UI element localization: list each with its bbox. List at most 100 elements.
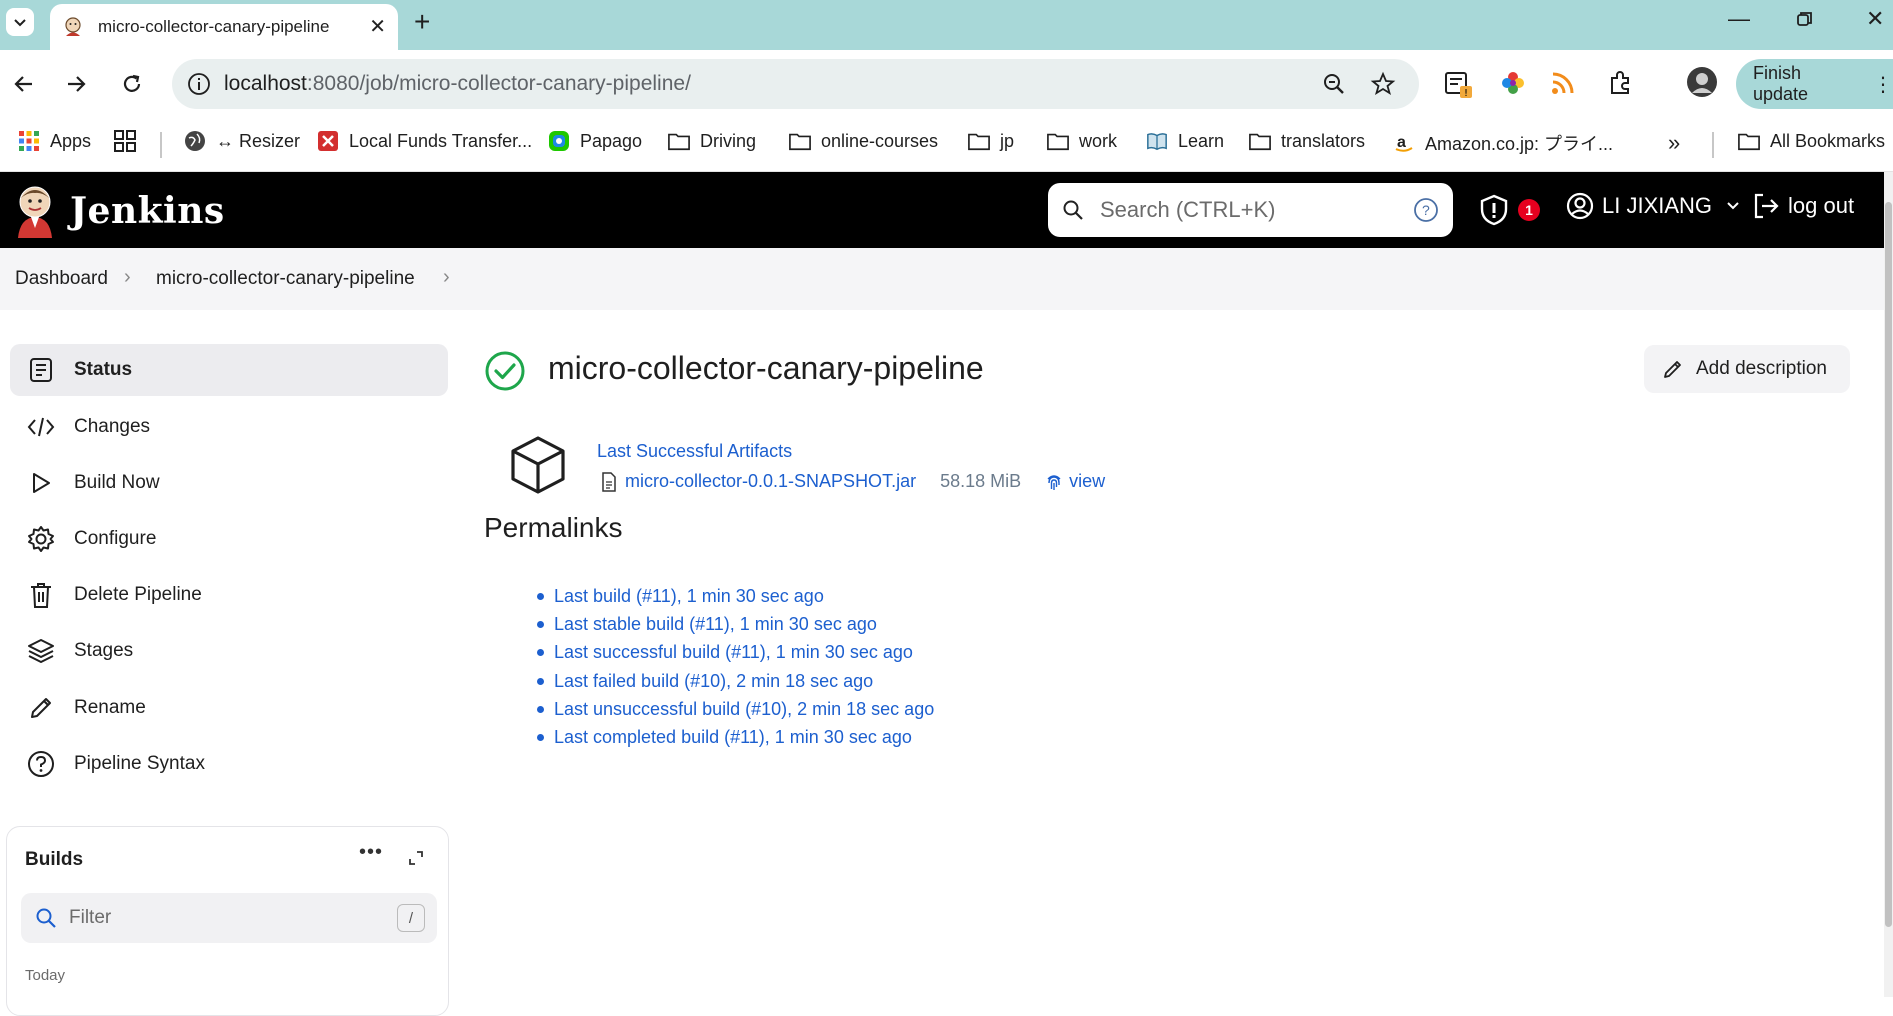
finish-update-label: Finish update bbox=[1753, 63, 1809, 104]
security-badge[interactable]: 1 bbox=[1518, 199, 1540, 221]
color-extension-icon[interactable] bbox=[1500, 70, 1526, 96]
sidebar-item-label: Pipeline Syntax bbox=[74, 753, 205, 774]
bookmark-amazon[interactable]: a Amazon.co.jp: プライ... bbox=[1393, 130, 1613, 156]
logout-link[interactable]: log out bbox=[1752, 192, 1854, 220]
artifact-file-link[interactable]: micro-collector-0.0.1-SNAPSHOT.jar bbox=[625, 471, 916, 492]
permalink-item[interactable]: Last stable build (#11), 1 min 30 sec ag… bbox=[537, 610, 934, 638]
forward-button[interactable] bbox=[60, 68, 92, 100]
address-bar[interactable]: localhost:8080/job/micro-collector-canar… bbox=[172, 59, 1419, 109]
add-description-button[interactable]: Add description bbox=[1644, 345, 1850, 393]
permalink-item[interactable]: Last failed build (#10), 2 min 18 sec ag… bbox=[537, 667, 934, 695]
reload-icon bbox=[123, 74, 141, 92]
finish-update-button[interactable]: Finish update ⋮ bbox=[1736, 59, 1893, 109]
folder-icon bbox=[1249, 130, 1271, 152]
back-button[interactable] bbox=[8, 68, 40, 100]
sidebar-item-rename[interactable]: Rename bbox=[10, 682, 448, 734]
extensions-puzzle-icon[interactable] bbox=[1608, 70, 1634, 96]
bookmark-work[interactable]: work bbox=[1047, 130, 1117, 152]
permalink-item[interactable]: Last completed build (#11), 1 min 30 sec… bbox=[537, 723, 934, 751]
sidebar-item-label: Build Now bbox=[74, 472, 160, 493]
bookmark-driving[interactable]: Driving bbox=[668, 130, 756, 152]
bookmark-papago[interactable]: Papago bbox=[548, 130, 642, 152]
builds-filter[interactable]: / bbox=[21, 893, 437, 943]
builds-panel: Builds ••• / Today bbox=[6, 826, 449, 1016]
trash-icon bbox=[26, 580, 56, 610]
profile-avatar-icon[interactable] bbox=[1686, 66, 1718, 98]
jenkins-search[interactable]: ? bbox=[1048, 183, 1453, 237]
chevron-right-icon: › bbox=[124, 266, 131, 288]
reading-list-icon[interactable]: ! bbox=[1444, 70, 1474, 100]
bookmark-translators[interactable]: translators bbox=[1249, 130, 1365, 152]
bookmark-learn[interactable]: Learn bbox=[1146, 130, 1224, 152]
zoom-icon[interactable] bbox=[1322, 72, 1346, 96]
rss-icon[interactable] bbox=[1550, 70, 1576, 96]
more-options-icon[interactable]: ••• bbox=[359, 841, 383, 864]
bookmark-label: jp bbox=[1000, 130, 1015, 151]
more-vertical-icon[interactable]: ⋮ bbox=[1873, 72, 1893, 97]
bookmark-jp[interactable]: jp bbox=[968, 130, 1014, 152]
bookmark-local-funds[interactable]: Local Funds Transfer... bbox=[317, 130, 532, 152]
chevron-down-icon bbox=[1727, 202, 1739, 210]
breadcrumb-job[interactable]: micro-collector-canary-pipeline bbox=[156, 268, 415, 290]
bookmark-apps[interactable]: Apps bbox=[18, 130, 91, 152]
permalink-item[interactable]: Last unsuccessful build (#10), 2 min 18 … bbox=[537, 695, 934, 723]
page-scrollbar[interactable] bbox=[1884, 172, 1893, 997]
help-icon[interactable]: ? bbox=[1413, 197, 1439, 223]
all-bookmarks-button[interactable]: All Bookmarks bbox=[1738, 130, 1885, 152]
tab-search-button[interactable] bbox=[6, 8, 34, 36]
reload-button[interactable] bbox=[116, 68, 148, 100]
minimize-icon[interactable]: — bbox=[1728, 6, 1750, 32]
bookmark-online-courses[interactable]: online-courses bbox=[789, 130, 938, 152]
sidebar-item-label: Configure bbox=[74, 528, 157, 549]
amazon-icon: a bbox=[1393, 132, 1415, 154]
security-shield-icon[interactable] bbox=[1480, 194, 1508, 226]
bookmark-resizer[interactable]: ↔ Resizer bbox=[184, 130, 300, 152]
sidebar-item-delete-pipeline[interactable]: Delete Pipeline bbox=[10, 569, 448, 621]
sidebar-item-stages[interactable]: Stages bbox=[10, 625, 448, 677]
bookmark-star-icon[interactable] bbox=[1370, 71, 1396, 97]
sidebar-item-pipeline-syntax[interactable]: Pipeline Syntax bbox=[10, 738, 448, 790]
apps-grid-icon bbox=[18, 130, 40, 152]
filter-shortcut-key: / bbox=[397, 904, 425, 932]
permalink-item[interactable]: Last successful build (#11), 1 min 30 se… bbox=[537, 639, 934, 667]
gear-icon bbox=[26, 524, 56, 554]
permalink-item[interactable]: Last build (#11), 1 min 30 sec ago bbox=[537, 582, 934, 610]
filter-input[interactable] bbox=[69, 907, 369, 929]
svg-text:a: a bbox=[1397, 134, 1406, 151]
restore-icon[interactable] bbox=[1796, 8, 1814, 34]
page-title: micro-collector-canary-pipeline bbox=[548, 350, 984, 386]
last-successful-artifacts-link[interactable]: Last Successful Artifacts bbox=[597, 441, 792, 462]
folder-icon bbox=[668, 130, 690, 152]
site-info-icon[interactable] bbox=[186, 71, 212, 97]
sidebar-item-status[interactable]: Status bbox=[10, 344, 448, 396]
search-input[interactable] bbox=[1100, 197, 1400, 223]
tab-close-icon[interactable]: ✕ bbox=[369, 14, 386, 39]
svg-text:!: ! bbox=[1464, 88, 1468, 99]
window-close-icon[interactable]: ✕ bbox=[1866, 6, 1884, 32]
sidebar-item-label: Status bbox=[74, 359, 133, 380]
sidebar-item-label: Delete Pipeline bbox=[74, 584, 202, 605]
artifact-row: micro-collector-0.0.1-SNAPSHOT.jar 58.18… bbox=[601, 471, 1105, 492]
jenkins-brand: Jenkins bbox=[70, 190, 225, 232]
breadcrumb-dashboard[interactable]: Dashboard bbox=[15, 268, 108, 290]
sidebar-item-changes[interactable]: Changes bbox=[10, 401, 448, 453]
browser-tab[interactable]: micro-collector-canary-pipeline ✕ bbox=[50, 4, 398, 50]
help-icon bbox=[26, 749, 56, 779]
bookmark-tab-groups[interactable] bbox=[114, 130, 146, 152]
sidebar-item-build-now[interactable]: Build Now bbox=[10, 457, 448, 509]
new-tab-button[interactable]: + bbox=[414, 6, 430, 38]
scrollbar-thumb[interactable] bbox=[1885, 202, 1892, 927]
red-x-icon bbox=[317, 130, 339, 152]
book-icon bbox=[1146, 130, 1168, 152]
user-menu[interactable]: LI JIXIANG bbox=[1566, 192, 1740, 220]
jenkins-logo[interactable]: Jenkins bbox=[14, 184, 225, 238]
logout-icon bbox=[1754, 193, 1779, 219]
artifact-view-link[interactable]: view bbox=[1069, 471, 1105, 492]
bookmark-label: translators bbox=[1281, 130, 1366, 151]
more-bookmarks-button[interactable]: » bbox=[1668, 130, 1680, 156]
chevron-right-icon[interactable]: › bbox=[443, 266, 450, 289]
bookmark-label: Driving bbox=[700, 130, 757, 151]
expand-icon[interactable] bbox=[407, 849, 425, 867]
bookmark-label: work bbox=[1079, 130, 1118, 151]
sidebar-item-configure[interactable]: Configure bbox=[10, 513, 448, 565]
